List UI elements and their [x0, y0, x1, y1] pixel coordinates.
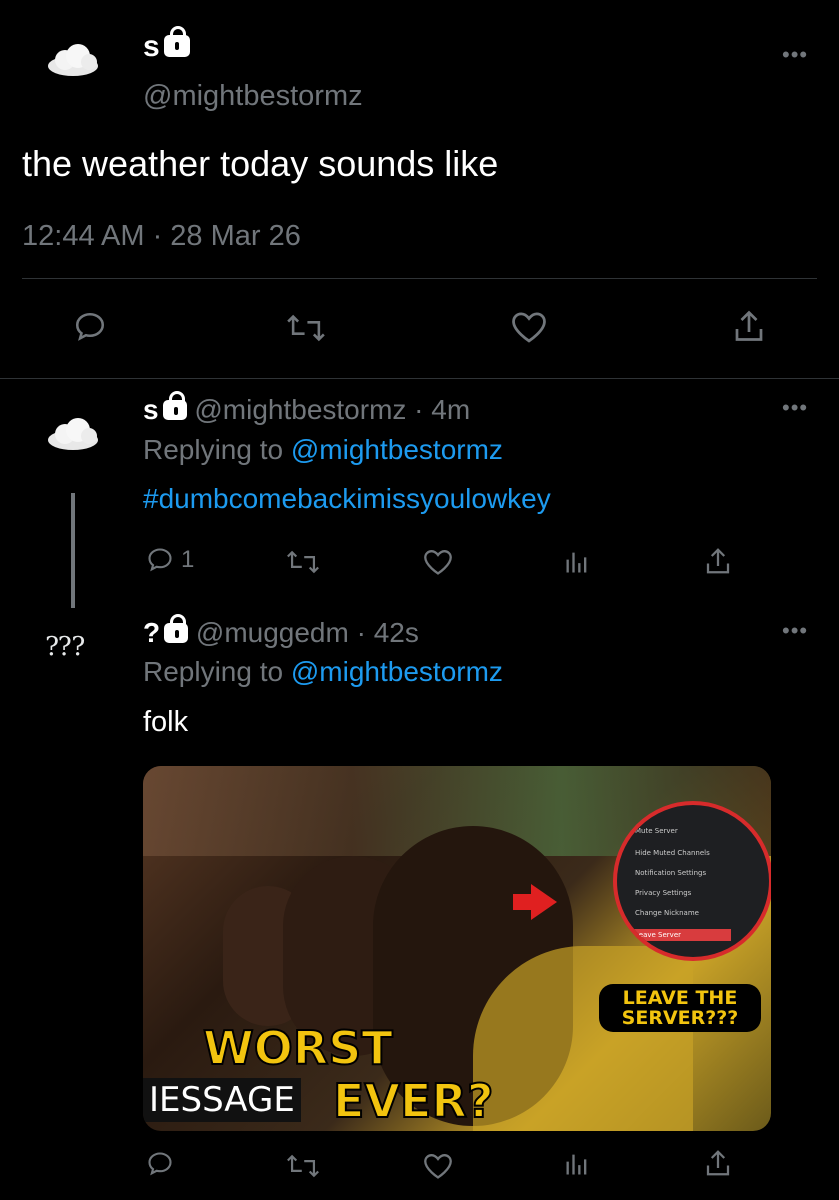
reply-button[interactable]: 1 [145, 546, 194, 574]
caption-ever: EVER? [332, 1073, 495, 1129]
share-icon [706, 1150, 730, 1176]
more-options-icon[interactable]: ••• [782, 44, 808, 66]
lock-icon [163, 26, 190, 57]
red-arrow-head [531, 884, 557, 920]
more-options-icon[interactable]: ••• [782, 620, 808, 642]
retweet-icon [287, 1154, 319, 1178]
heart-icon [512, 312, 546, 343]
retweet-icon [287, 550, 319, 574]
lock-icon [162, 391, 187, 420]
like-button[interactable] [422, 548, 454, 576]
replying-prefix: Replying to [143, 434, 284, 465]
reply-count: 1 [181, 546, 195, 573]
handle-time[interactable]: @mightbestormz · 4m [194, 394, 470, 425]
display-name-row[interactable]: s [143, 26, 190, 64]
user-row[interactable]: s @mightbestormz · 4m [143, 391, 470, 426]
share-button[interactable] [732, 308, 766, 344]
hashtag-link[interactable]: #dumbcomebackimissyoulowkey [143, 483, 551, 515]
menu-item: Notification Settings [635, 869, 707, 877]
retweet-button[interactable] [286, 1152, 320, 1180]
cloud-icon [48, 418, 98, 450]
analytics-icon [566, 552, 587, 573]
red-arrow [513, 894, 533, 910]
cloud-icon [48, 44, 98, 76]
avatar[interactable] [45, 414, 101, 454]
avatar-text: ⁇? [46, 632, 86, 662]
menu-item: Hide Muted Channels [635, 849, 710, 857]
caption-worst: WORST [202, 1020, 394, 1076]
comment-icon [75, 312, 105, 341]
menu-item: Change Nickname [635, 909, 699, 917]
retweet-icon [287, 314, 325, 342]
replying-to-link[interactable]: @mightbestormz [291, 434, 503, 465]
views-button[interactable] [563, 548, 591, 576]
display-name[interactable]: ? [143, 617, 160, 648]
share-button[interactable] [704, 546, 732, 576]
tweet-text: the weather today sounds like [22, 143, 499, 184]
views-button[interactable] [563, 1150, 591, 1178]
tweet-media-image[interactable]: Mute Server Hide Muted Channels Notifica… [143, 766, 771, 1131]
caption-message: IESSAGE [143, 1078, 301, 1122]
divider [22, 278, 817, 279]
avatar[interactable] [45, 40, 101, 80]
heart-icon [424, 550, 452, 575]
divider [0, 378, 839, 379]
like-button[interactable] [510, 310, 548, 344]
replying-to: Replying to @mightbestormz [143, 656, 503, 688]
lock-icon [164, 614, 189, 643]
user-row[interactable]: ? @muggedm · 42s [143, 614, 419, 649]
menu-item: Mute Server [635, 827, 678, 835]
tweet-text: folk [143, 706, 189, 738]
caption-leave: LEAVE THE SERVER??? [599, 984, 761, 1032]
reply-button[interactable] [145, 1150, 175, 1178]
replying-to: Replying to @mightbestormz [143, 434, 503, 466]
heart-icon [424, 1154, 452, 1179]
reply-button[interactable] [72, 310, 108, 344]
avatar[interactable]: ⁇? [46, 632, 85, 662]
display-name[interactable]: s [143, 30, 160, 63]
retweet-button[interactable] [286, 548, 320, 576]
tweet-timestamp[interactable]: 12:44 AM · 28 Mar 26 [22, 220, 301, 253]
comment-icon [148, 548, 172, 572]
analytics-icon [566, 1154, 587, 1175]
thread-line [71, 493, 75, 608]
like-button[interactable] [422, 1152, 454, 1180]
handle[interactable]: @mightbestormz [143, 80, 363, 113]
menu-item: Privacy Settings [635, 889, 692, 897]
display-name[interactable]: s [143, 394, 159, 425]
handle-time[interactable]: @muggedm · 42s [196, 617, 419, 648]
share-icon [706, 548, 730, 574]
replying-prefix: Replying to [143, 656, 284, 687]
retweet-button[interactable] [286, 312, 326, 344]
context-menu-graphic: Mute Server Hide Muted Channels Notifica… [613, 801, 771, 961]
comment-icon [148, 1152, 172, 1176]
replying-to-link[interactable]: @mightbestormz [291, 656, 503, 687]
share-icon [735, 310, 763, 341]
share-button[interactable] [704, 1148, 732, 1178]
menu-item-leave: Leave Server [631, 929, 731, 941]
more-options-icon[interactable]: ••• [782, 397, 808, 419]
